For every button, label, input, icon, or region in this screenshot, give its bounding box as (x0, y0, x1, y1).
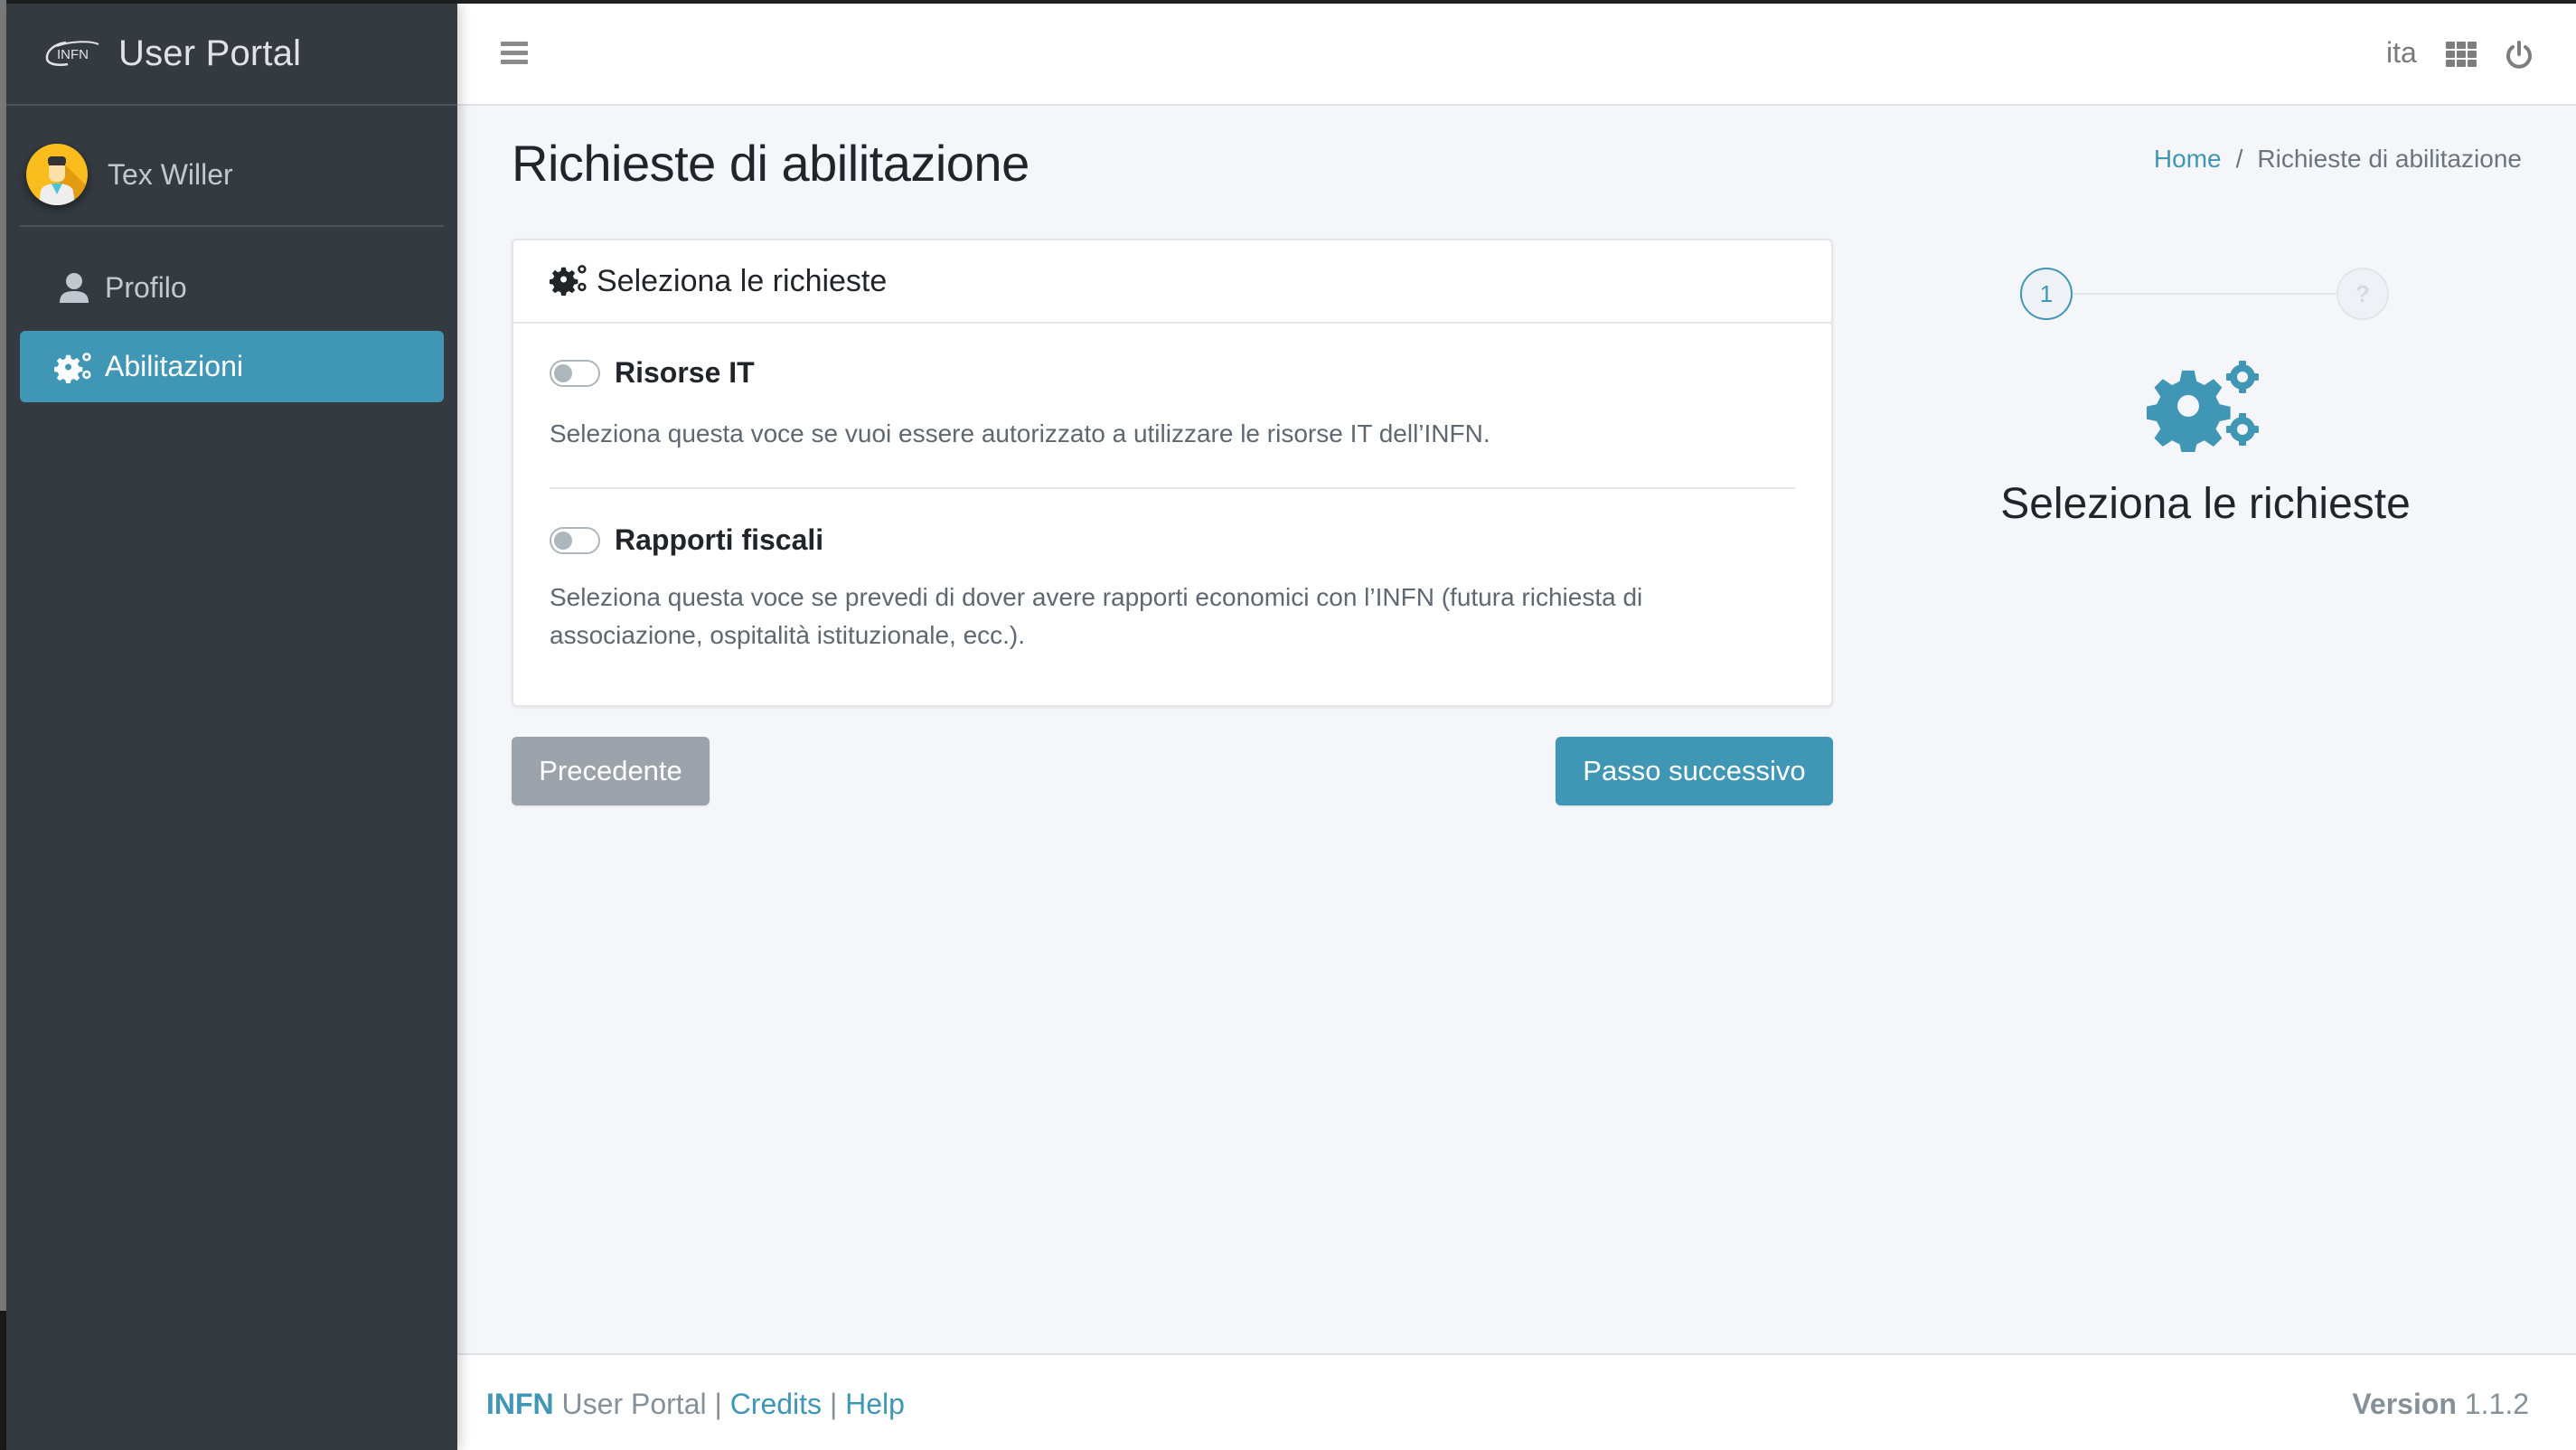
sidebar-item-label: Abilitazioni (105, 350, 243, 382)
version-label: Version (2352, 1388, 2457, 1420)
user-icon (54, 270, 94, 306)
request-description: Seleziona questa voce se vuoi essere aut… (550, 419, 1490, 447)
credits-link[interactable]: Credits (730, 1388, 822, 1420)
step-title: Seleziona le richieste (2000, 480, 2411, 528)
sidebar-nav: Profilo Abilitazioni (20, 252, 444, 410)
user-name[interactable]: Tex Willer (108, 158, 233, 192)
risorse-it-toggle[interactable] (550, 359, 600, 387)
power-icon[interactable] (2504, 40, 2534, 71)
page-title: Richieste di abilitazione (512, 135, 1029, 192)
menu-icon[interactable] (501, 42, 528, 65)
infn-logo-icon: INFN (44, 39, 108, 70)
avatar[interactable] (26, 144, 88, 205)
request-title[interactable]: Risorse IT (615, 356, 755, 390)
sidebar-item-label: Profilo (105, 271, 187, 304)
language-selector[interactable]: ita (2386, 36, 2417, 70)
user-avatar-icon (39, 156, 88, 205)
next-step-button[interactable]: Passo successivo (1556, 737, 1833, 805)
card-title: Seleziona le richieste (597, 263, 888, 298)
breadcrumb: Home / Richieste di abilitazione (2154, 145, 2522, 174)
breadcrumb-home-link[interactable]: Home (2154, 145, 2222, 174)
top-navbar: ita (457, 4, 2576, 106)
previous-button[interactable]: Precedente (512, 737, 710, 805)
rapporti-fiscali-toggle[interactable] (550, 526, 600, 554)
footer-app-name: User Portal (561, 1388, 707, 1420)
request-title[interactable]: Rapporti fiscali (615, 523, 823, 557)
step-2-indicator: ? (2336, 268, 2389, 320)
footer-separator: | (829, 1388, 838, 1420)
breadcrumb-separator: / (2235, 145, 2243, 173)
requests-card: Seleziona le richieste Risorse IT Selezi… (512, 239, 1833, 707)
request-description: Seleziona questa voce se prevedi di dove… (550, 583, 1643, 649)
sidebar: INFN User Portal Tex Willer Profilo Abil… (6, 4, 457, 1450)
step-1-indicator: 1 (2020, 268, 2073, 320)
cogs-icon (54, 349, 94, 385)
sidebar-item-abilitazioni[interactable]: Abilitazioni (20, 331, 444, 402)
help-link[interactable]: Help (845, 1388, 905, 1420)
footer: INFN User Portal | Credits | Help Versio… (457, 1353, 2576, 1450)
breadcrumb-current: Richieste di abilitazione (2257, 145, 2522, 173)
footer-brand: INFN (486, 1388, 554, 1420)
cogs-icon (549, 263, 589, 299)
sidebar-item-profilo[interactable]: Profilo (20, 252, 444, 324)
request-item-rapporti-fiscali: Rapporti fiscali Seleziona questa voce s… (550, 523, 1795, 654)
card-header: Seleziona le richieste (513, 240, 1831, 324)
brand-link[interactable]: INFN User Portal (6, 4, 457, 106)
version-number: 1.1.2 (2464, 1388, 2529, 1420)
stepper-connector (2073, 293, 2337, 295)
window-left-edge (0, 0, 6, 1450)
apps-grid-icon[interactable] (2446, 42, 2477, 69)
user-panel[interactable]: Tex Willer (20, 124, 444, 227)
divider (550, 487, 1795, 489)
request-item-risorse-it: Risorse IT Seleziona questa voce se vuoi… (550, 324, 1795, 453)
brand-title: User Portal (118, 33, 302, 73)
cogs-icon (2146, 360, 2264, 456)
footer-separator: | (714, 1388, 722, 1420)
svg-text:INFN: INFN (57, 47, 89, 62)
